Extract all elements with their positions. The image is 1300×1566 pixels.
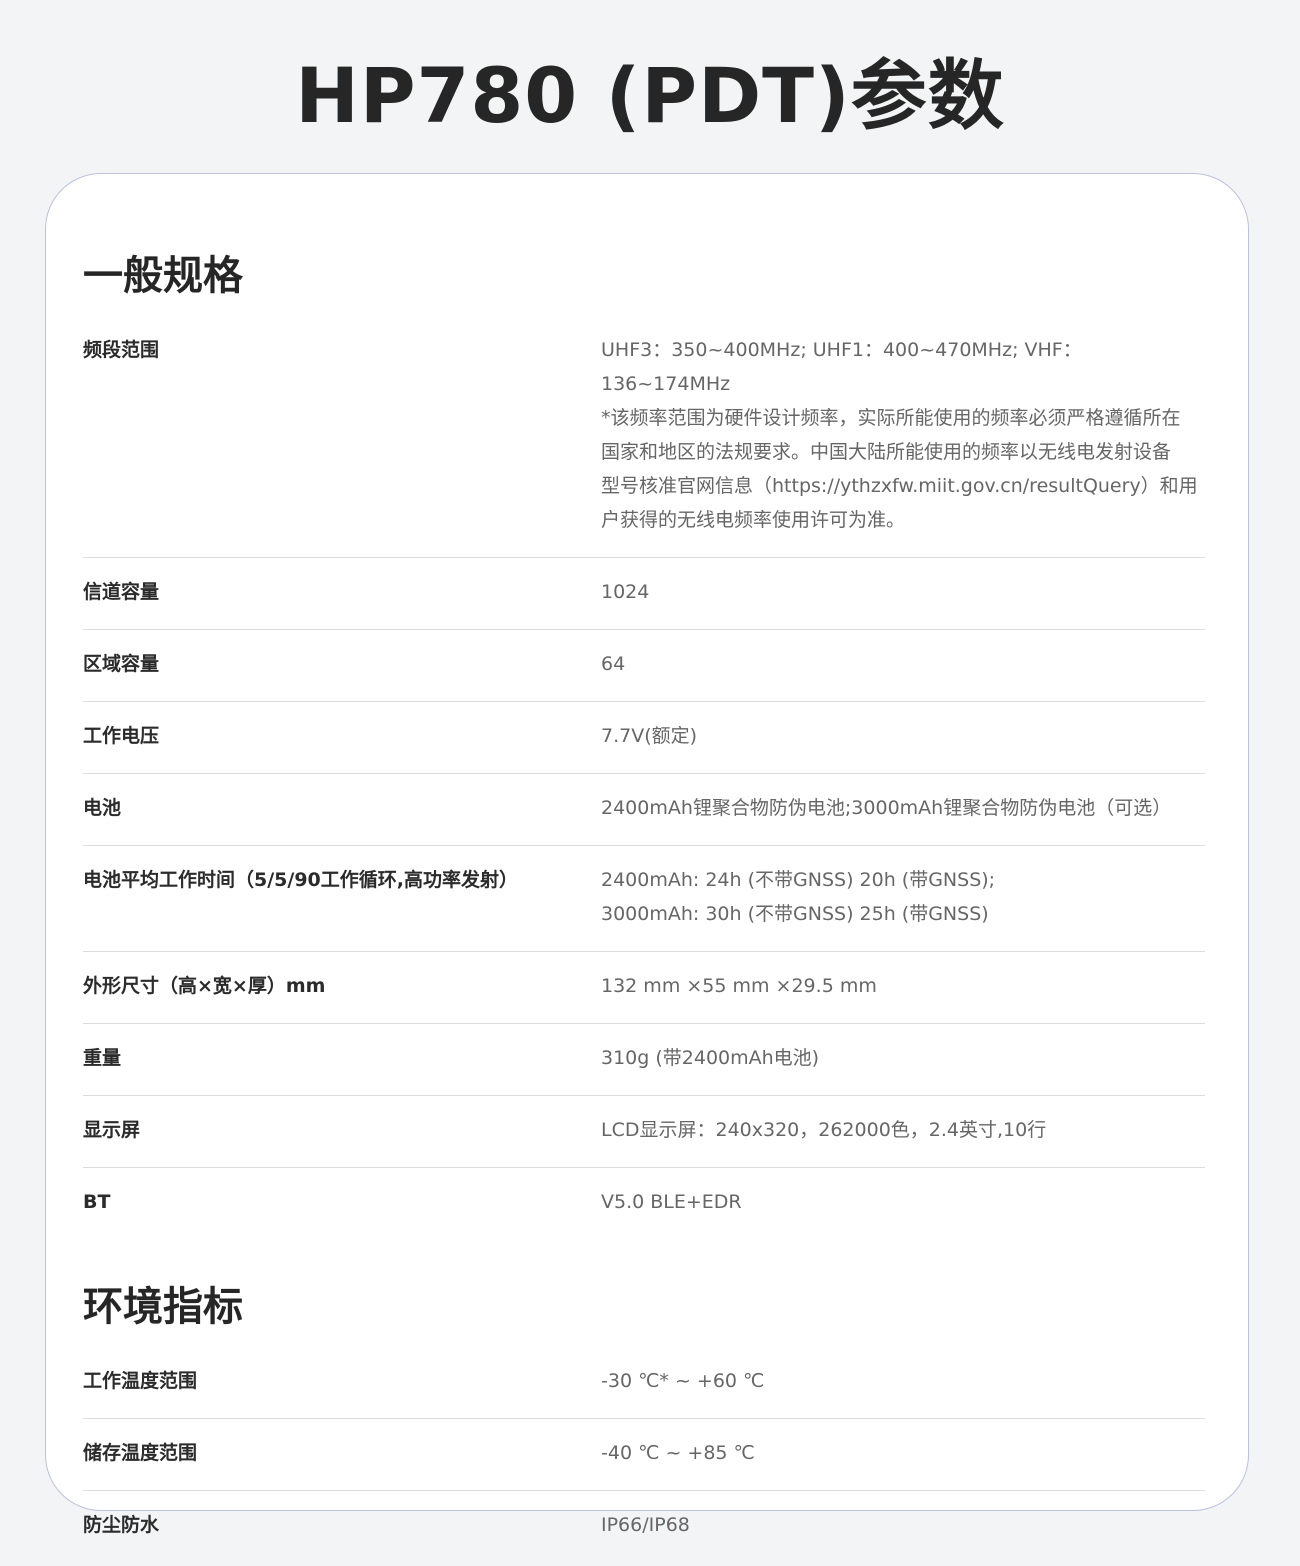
spec-row-bt: BT V5.0 BLE+EDR (83, 1168, 1205, 1239)
spec-label: 信道容量 (83, 581, 160, 603)
spec-value-line: 1024 (601, 581, 650, 603)
spec-row-weight: 重量 310g (带2400mAh电池) (83, 1024, 1205, 1096)
spec-value: 310g (带2400mAh电池) (601, 1041, 1205, 1075)
section-title-environment: 环境指标 (83, 1284, 243, 1330)
spec-row-battery-life: 电池平均工作时间（5/5/90工作循环,高功率发射） 2400mAh: 24h … (83, 846, 1205, 952)
spec-value-line: 132 mm ×55 mm ×29.5 mm (601, 975, 877, 997)
spec-value: 7.7V(额定) (601, 719, 1205, 753)
spec-label: 电池 (83, 797, 122, 819)
spec-value-line: LCD显示屏：240x320，262000色，2.4英寸,10行 (601, 1119, 1047, 1141)
spec-row-channel-capacity: 信道容量 1024 (83, 558, 1205, 630)
spec-label: 工作电压 (83, 725, 160, 747)
spec-value-line: V5.0 BLE+EDR (601, 1191, 742, 1213)
spec-row-display: 显示屏 LCD显示屏：240x320，262000色，2.4英寸,10行 (83, 1096, 1205, 1168)
spec-value-line: -40 ℃ ~ +85 ℃ (601, 1442, 755, 1464)
spec-value-line: 3000mAh: 30h (不带GNSS) 25h (带GNSS) (601, 903, 989, 925)
spec-label: 电池平均工作时间（5/5/90工作循环,高功率发射） (83, 869, 518, 891)
spec-value-line: UHF3：350~400MHz; UHF1：400~470MHz; VHF：13… (601, 339, 1082, 395)
spec-value-line: 310g (带2400mAh电池) (601, 1047, 820, 1069)
spec-row-battery: 电池 2400mAh锂聚合物防伪电池;3000mAh锂聚合物防伪电池（可选） (83, 774, 1205, 846)
spec-value-line: IP66/IP68 (601, 1514, 690, 1536)
spec-value: UHF3：350~400MHz; UHF1：400~470MHz; VHF：13… (601, 333, 1205, 537)
spec-label: 储存温度范围 (83, 1442, 198, 1464)
spec-value-line: 2400mAh锂聚合物防伪电池;3000mAh锂聚合物防伪电池（可选） (601, 797, 1172, 819)
spec-row-dimensions: 外形尺寸（高×宽×厚）mm 132 mm ×55 mm ×29.5 mm (83, 952, 1205, 1024)
spec-row-voltage: 工作电压 7.7V(额定) (83, 702, 1205, 774)
spec-value-line: 国家和地区的法规要求。中国大陆所能使用的频率以无线电发射设备 (601, 441, 1172, 463)
spec-value: -40 ℃ ~ +85 ℃ (601, 1436, 1205, 1470)
spec-value: -30 ℃* ~ +60 ℃ (601, 1364, 1205, 1398)
spec-value-line: 7.7V(额定) (601, 725, 698, 747)
spec-value-line: 2400mAh: 24h (不带GNSS) 20h (带GNSS); (601, 869, 996, 891)
spec-card: 一般规格 频段范围 UHF3：350~400MHz; UHF1：400~470M… (45, 173, 1249, 1536)
spec-value-line: 64 (601, 653, 626, 675)
spec-label: BT (83, 1191, 111, 1213)
spec-label: 重量 (83, 1047, 122, 1069)
spec-value: 64 (601, 647, 1205, 681)
spec-value: 2400mAh: 24h (不带GNSS) 20h (带GNSS); 3000m… (601, 863, 1205, 931)
spec-label: 外形尺寸（高×宽×厚）mm (83, 975, 326, 997)
spec-row-zone-capacity: 区域容量 64 (83, 630, 1205, 702)
spec-label: 工作温度范围 (83, 1370, 198, 1392)
spec-value: 2400mAh锂聚合物防伪电池;3000mAh锂聚合物防伪电池（可选） (601, 791, 1205, 825)
spec-value: LCD显示屏：240x320，262000色，2.4英寸,10行 (601, 1113, 1205, 1147)
spec-row-ingress-protection: 防尘防水 IP66/IP68 (83, 1491, 1205, 1562)
spec-value-line: *该频率范围为硬件设计频率，实际所能使用的频率必须严格遵循所在 (601, 407, 1181, 429)
spec-value-line: 户获得的无线电频率使用许可为准。 (601, 509, 906, 531)
spec-row-frequency: 频段范围 UHF3：350~400MHz; UHF1：400~470MHz; V… (83, 316, 1205, 558)
spec-value: IP66/IP68 (601, 1508, 1205, 1542)
spec-label: 防尘防水 (83, 1514, 160, 1536)
spec-row-storage-temp: 储存温度范围 -40 ℃ ~ +85 ℃ (83, 1419, 1205, 1491)
spec-label: 显示屏 (83, 1119, 141, 1141)
spec-value-line: 型号核准官网信息（https://ythzxfw.miit.gov.cn/res… (601, 475, 1198, 497)
spec-label: 区域容量 (83, 653, 160, 675)
spec-value: 132 mm ×55 mm ×29.5 mm (601, 969, 1205, 1003)
section-title-general: 一般规格 (83, 253, 243, 299)
spec-value: V5.0 BLE+EDR (601, 1185, 1205, 1219)
spec-value: 1024 (601, 575, 1205, 609)
spec-value-line: -30 ℃* ~ +60 ℃ (601, 1370, 765, 1392)
spec-row-operating-temp: 工作温度范围 -30 ℃* ~ +60 ℃ (83, 1347, 1205, 1419)
page-title: HP780 (PDT)参数 (295, 51, 1005, 140)
spec-label: 频段范围 (83, 339, 160, 361)
